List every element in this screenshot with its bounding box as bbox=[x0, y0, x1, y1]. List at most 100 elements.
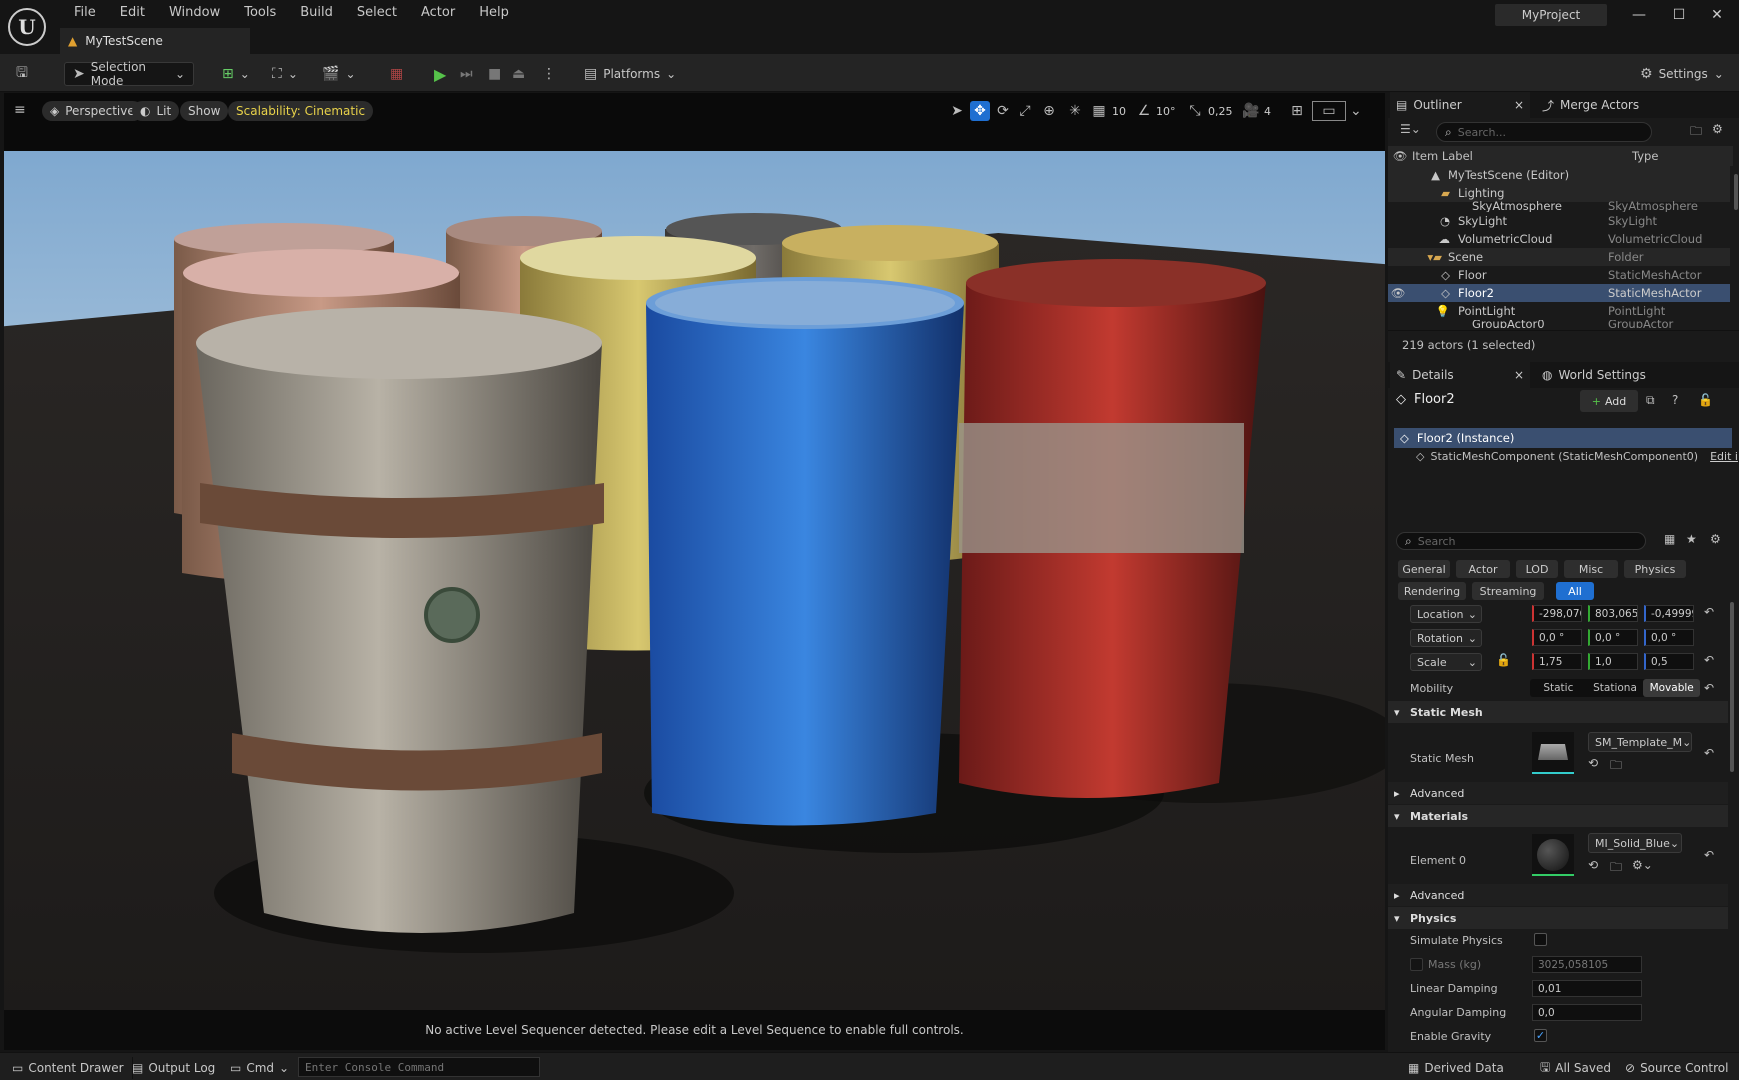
advanced-section-1[interactable]: ▸ Advanced bbox=[1388, 782, 1728, 804]
console-input[interactable] bbox=[298, 1057, 540, 1077]
outliner-row-groupactor[interactable]: GroupActor0 GroupActor bbox=[1388, 320, 1739, 328]
play-options-icon[interactable]: ⋮ bbox=[542, 62, 556, 86]
close-icon[interactable]: ✕ bbox=[1700, 4, 1734, 26]
play-icon[interactable]: ▶ bbox=[434, 62, 446, 86]
linear-damping-field[interactable]: 0,01 bbox=[1532, 980, 1642, 997]
mobility-stationary[interactable]: Stationa bbox=[1587, 679, 1644, 697]
scale-tool-icon[interactable]: ⤢ bbox=[1016, 103, 1034, 119]
rotation-dropdown[interactable]: Rotation ⌄ bbox=[1410, 629, 1482, 647]
rotation-x[interactable]: 0,0 ° bbox=[1532, 629, 1582, 646]
surface-snap-icon[interactable]: ✳ bbox=[1064, 103, 1086, 119]
menu-file[interactable]: File bbox=[62, 5, 108, 21]
outliner-row-volumetriccloud[interactable]: ☁ VolumetricCloud VolumetricCloud bbox=[1388, 230, 1739, 248]
lit-button[interactable]: ◐ Lit bbox=[132, 101, 180, 121]
visibility-icon[interactable]: 👁 bbox=[1388, 286, 1408, 300]
filter-icon[interactable]: ☰⌄ bbox=[1400, 122, 1421, 136]
rotate-tool-icon[interactable]: ⟳ bbox=[994, 103, 1012, 119]
blueprint-icon[interactable]: ⛶ ⌄ bbox=[272, 62, 298, 86]
tab-outliner[interactable]: ▤ Outliner × bbox=[1390, 92, 1530, 118]
translate-tool-icon[interactable]: ✥ bbox=[970, 101, 990, 121]
select-tool-icon[interactable]: ➤ bbox=[948, 103, 966, 119]
layout-icon[interactable]: ▭ bbox=[1312, 101, 1346, 121]
material-thumbnail[interactable] bbox=[1532, 834, 1574, 876]
new-folder-icon[interactable]: 🗀 bbox=[1690, 122, 1702, 143]
menu-build[interactable]: Build bbox=[288, 5, 345, 21]
location-y[interactable]: 803,065 bbox=[1588, 605, 1638, 622]
details-search[interactable]: ⌕ Search bbox=[1396, 532, 1646, 550]
outliner-row-pointlight[interactable]: 💡 PointLight PointLight bbox=[1388, 302, 1739, 320]
add-actor-icon[interactable]: ⊞ ⌄ bbox=[222, 62, 250, 86]
outliner-settings-icon[interactable]: ⚙ bbox=[1712, 122, 1723, 136]
filter-all[interactable]: All bbox=[1556, 582, 1594, 600]
grid-snap-value[interactable]: 10 bbox=[1112, 105, 1132, 118]
mesh-thumbnail[interactable] bbox=[1532, 732, 1574, 774]
use-selected-icon[interactable]: ⟲ bbox=[1588, 756, 1598, 770]
col-type[interactable]: Type bbox=[1632, 149, 1658, 163]
menu-window[interactable]: Window bbox=[157, 5, 232, 21]
outliner-row-root[interactable]: ▲ MyTestScene (Editor) bbox=[1388, 166, 1730, 184]
static-mesh-picker[interactable]: SM_Template_M ⌄ bbox=[1588, 732, 1692, 752]
rotation-z[interactable]: 0,0 ° bbox=[1644, 629, 1694, 646]
rotation-snap-value[interactable]: 10° bbox=[1156, 105, 1182, 118]
outliner-row-skylight[interactable]: ◔ SkyLight SkyLight bbox=[1388, 212, 1739, 230]
settings-dropdown[interactable]: ⚙ Settings ⌄ bbox=[1640, 62, 1724, 86]
rotation-y[interactable]: 0,0 ° bbox=[1588, 629, 1638, 646]
filter-rendering[interactable]: Rendering bbox=[1398, 582, 1466, 600]
tab-details[interactable]: ✎ Details × bbox=[1390, 362, 1530, 388]
filter-lod[interactable]: LOD bbox=[1516, 560, 1558, 578]
scale-lock-icon[interactable]: 🔓 bbox=[1496, 653, 1511, 667]
physics-section[interactable]: ▾ Physics bbox=[1388, 907, 1728, 929]
level-viewport[interactable]: ≡ ◈ Perspective ◐ Lit Show Scalability: Ci… bbox=[4, 93, 1385, 1010]
location-z[interactable]: -0,49999 bbox=[1644, 605, 1694, 622]
outliner-row-floor[interactable]: ◇ Floor StaticMeshActor bbox=[1388, 266, 1739, 284]
filter-general[interactable]: General bbox=[1398, 560, 1450, 578]
tab-merge-actors[interactable]: ⤴ Merge Actors bbox=[1536, 92, 1645, 118]
lock-icon[interactable]: 🔓 bbox=[1698, 393, 1713, 407]
blueprint-convert-icon[interactable]: ⧉ bbox=[1646, 393, 1655, 408]
selection-mode-dropdown[interactable]: ➤ Selection Mode ⌄ bbox=[64, 60, 194, 88]
cinematics-icon[interactable]: 🎬 ⌄ bbox=[322, 62, 356, 86]
filter-misc[interactable]: Misc bbox=[1564, 560, 1618, 578]
details-settings-icon[interactable]: ⚙ bbox=[1710, 532, 1721, 546]
reset-icon[interactable]: ↶ bbox=[1704, 653, 1714, 667]
scale-y[interactable]: 1,0 bbox=[1588, 653, 1638, 670]
all-saved-button[interactable]: 🖫 All Saved bbox=[1532, 1057, 1619, 1079]
build-icon[interactable]: ▦ bbox=[390, 62, 403, 86]
edit-link[interactable]: Edit i bbox=[1710, 450, 1738, 463]
scale-dropdown[interactable]: Scale ⌄ bbox=[1410, 653, 1482, 671]
outliner-row-scene[interactable]: ▾▰ Scene Folder bbox=[1388, 248, 1730, 266]
perspective-button[interactable]: ◈ Perspective bbox=[42, 101, 143, 121]
mobility-movable[interactable]: Movable bbox=[1643, 679, 1701, 697]
component-root-row[interactable]: ◇ Floor2 (Instance) bbox=[1394, 428, 1732, 448]
menu-select[interactable]: Select bbox=[345, 5, 409, 21]
table-view-icon[interactable]: ▦ bbox=[1664, 532, 1675, 546]
mobility-static[interactable]: Static bbox=[1530, 679, 1587, 697]
col-item-label[interactable]: Item Label bbox=[1412, 149, 1632, 163]
step-icon[interactable]: ⏭ bbox=[460, 62, 473, 86]
tab-world-settings[interactable]: ◍ World Settings bbox=[1536, 362, 1652, 388]
show-button[interactable]: Show bbox=[180, 101, 229, 121]
level-tab[interactable]: ▲ MyTestScene bbox=[60, 28, 250, 54]
camera-speed-icon[interactable]: 🎥 bbox=[1242, 103, 1260, 119]
reset-icon[interactable]: ↶ bbox=[1704, 746, 1714, 760]
derived-data-button[interactable]: ▦ Derived Data bbox=[1400, 1057, 1512, 1079]
reset-icon[interactable]: ↶ bbox=[1704, 681, 1714, 695]
platforms-dropdown[interactable]: ▤ Platforms ⌄ bbox=[584, 62, 676, 86]
material-picker[interactable]: MI_Solid_Blue ⌄ bbox=[1588, 833, 1682, 853]
scale-z[interactable]: 0,5 bbox=[1644, 653, 1694, 670]
menu-actor[interactable]: Actor bbox=[409, 5, 467, 21]
scale-x[interactable]: 1,75 bbox=[1532, 653, 1582, 670]
outliner-search[interactable]: ⌕ Search... bbox=[1436, 122, 1652, 142]
add-component-button[interactable]: + Add bbox=[1580, 390, 1638, 412]
camera-speed-value[interactable]: 4 bbox=[1264, 105, 1282, 118]
visibility-icon[interactable]: 👁 bbox=[1388, 149, 1412, 163]
minimize-icon[interactable]: — bbox=[1622, 4, 1656, 26]
chevron-down-icon[interactable]: ⌄ bbox=[1350, 103, 1362, 119]
scale-snap-value[interactable]: 0,25 bbox=[1208, 105, 1238, 118]
outliner-scrollbar[interactable] bbox=[1734, 174, 1738, 210]
angular-damping-field[interactable]: 0,0 bbox=[1532, 1004, 1642, 1021]
filter-physics[interactable]: Physics bbox=[1624, 560, 1686, 578]
stop-icon[interactable]: ■ bbox=[488, 62, 501, 86]
simulate-physics-checkbox[interactable] bbox=[1534, 933, 1547, 946]
advanced-section-2[interactable]: ▸ Advanced bbox=[1388, 884, 1728, 906]
